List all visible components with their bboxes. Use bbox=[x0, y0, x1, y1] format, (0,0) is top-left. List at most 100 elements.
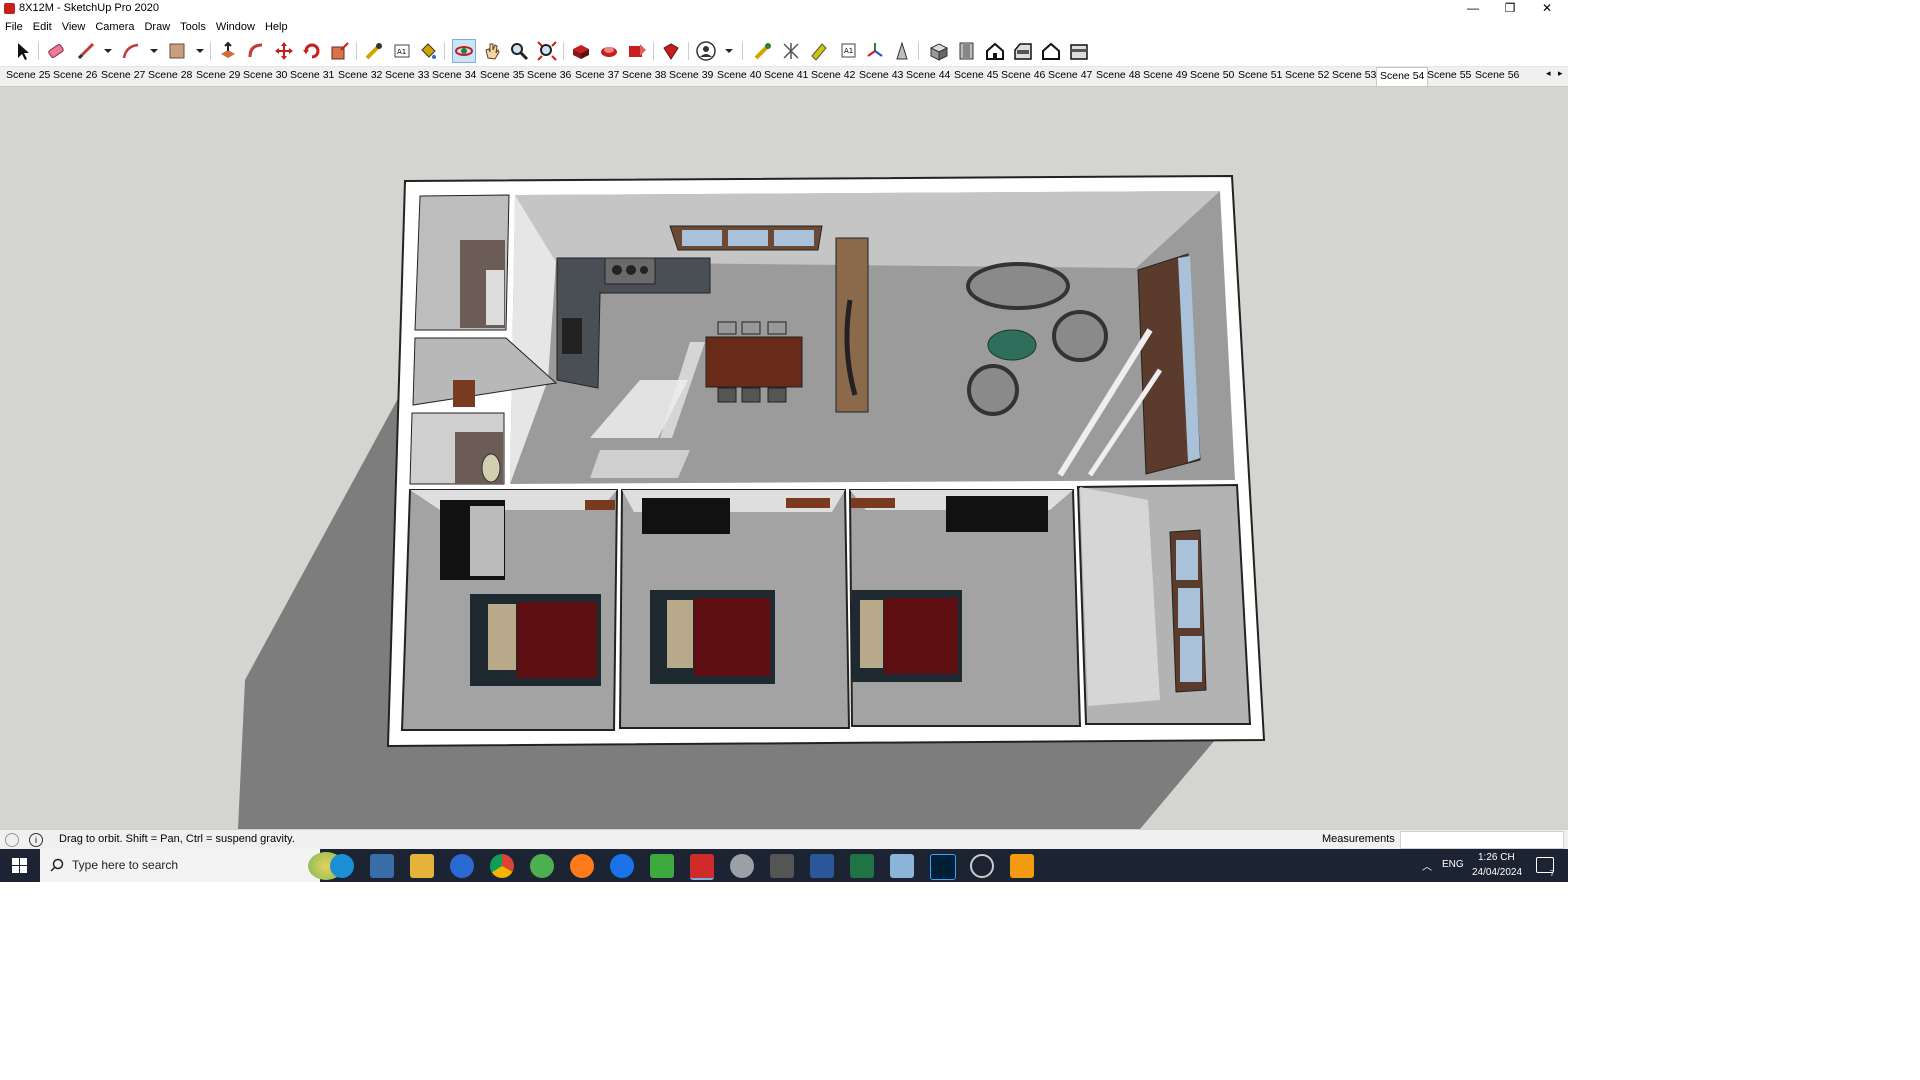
menu-window[interactable]: Window bbox=[211, 18, 260, 36]
zoom-tool-icon[interactable] bbox=[508, 40, 530, 62]
tab-scene-38[interactable]: Scene 38 bbox=[622, 69, 666, 81]
tab-scene-28[interactable]: Scene 28 bbox=[148, 69, 192, 81]
arc-tool-icon[interactable] bbox=[120, 40, 142, 62]
top-view-icon[interactable] bbox=[956, 40, 978, 62]
tab-scene-44[interactable]: Scene 44 bbox=[906, 69, 950, 81]
tab-scene-45[interactable]: Scene 45 bbox=[954, 69, 998, 81]
chevron-down-icon[interactable] bbox=[718, 40, 733, 62]
chrome-icon[interactable] bbox=[490, 854, 514, 878]
menu-camera[interactable]: Camera bbox=[90, 18, 139, 36]
photoshop-icon[interactable] bbox=[930, 854, 956, 880]
share-model-icon[interactable] bbox=[626, 40, 648, 62]
close-button[interactable]: ✕ bbox=[1529, 0, 1565, 18]
tab-scene-52[interactable]: Scene 52 bbox=[1285, 69, 1329, 81]
front-view-icon[interactable] bbox=[984, 40, 1006, 62]
rotate-tool-icon[interactable] bbox=[301, 40, 323, 62]
pan-tool-icon[interactable] bbox=[481, 40, 503, 62]
tab-scene-27[interactable]: Scene 27 bbox=[101, 69, 145, 81]
tab-scene-25[interactable]: Scene 25 bbox=[6, 69, 50, 81]
app-icon-green[interactable] bbox=[530, 854, 554, 878]
camtasia-icon[interactable] bbox=[650, 854, 674, 878]
word-icon[interactable] bbox=[810, 854, 834, 878]
tab-scene-37[interactable]: Scene 37 bbox=[575, 69, 619, 81]
language-indicator[interactable]: ENG bbox=[1442, 859, 1464, 870]
model-viewport[interactable] bbox=[0, 87, 1568, 829]
account-icon[interactable] bbox=[695, 40, 717, 62]
left-view-icon[interactable] bbox=[1068, 40, 1090, 62]
tab-scene-34[interactable]: Scene 34 bbox=[432, 69, 476, 81]
tab-scene-33[interactable]: Scene 33 bbox=[385, 69, 429, 81]
excel-icon[interactable] bbox=[850, 854, 874, 878]
tab-scene-55[interactable]: Scene 55 bbox=[1427, 69, 1471, 81]
tab-scene-54[interactable]: Scene 54 bbox=[1376, 67, 1429, 86]
axes-tool-icon[interactable] bbox=[864, 40, 886, 62]
line-tool-icon[interactable] bbox=[75, 40, 97, 62]
sketchup-taskbar-icon[interactable] bbox=[690, 854, 714, 880]
file-explorer-icon[interactable] bbox=[410, 854, 434, 878]
scroll-right-icon[interactable]: ▸ bbox=[1558, 68, 1568, 82]
right-view-icon[interactable] bbox=[1012, 40, 1034, 62]
protractor-icon[interactable] bbox=[891, 40, 913, 62]
dimension-tool-icon[interactable]: A1 bbox=[391, 40, 413, 62]
tape-measure-tool-icon[interactable] bbox=[363, 40, 385, 62]
section-plane-icon[interactable] bbox=[808, 40, 830, 62]
tab-scene-53[interactable]: Scene 53 bbox=[1332, 69, 1376, 81]
tab-scene-32[interactable]: Scene 32 bbox=[338, 69, 382, 81]
tab-scene-50[interactable]: Scene 50 bbox=[1190, 69, 1234, 81]
chevron-up-icon[interactable]: ︿ bbox=[1422, 858, 1432, 873]
tab-scene-43[interactable]: Scene 43 bbox=[859, 69, 903, 81]
app-icon-orange[interactable] bbox=[1010, 854, 1034, 878]
app-icon-gray[interactable] bbox=[730, 854, 754, 878]
info-icon[interactable]: i bbox=[29, 833, 43, 847]
zoom-extents-tool-icon[interactable] bbox=[536, 40, 558, 62]
tab-scene-36[interactable]: Scene 36 bbox=[527, 69, 571, 81]
iso-view-icon[interactable] bbox=[928, 40, 950, 62]
chevron-down-icon[interactable] bbox=[143, 40, 158, 62]
paint-bucket-tool-icon[interactable] bbox=[417, 40, 439, 62]
tab-scene-40[interactable]: Scene 40 bbox=[717, 69, 761, 81]
chevron-down-icon[interactable] bbox=[97, 40, 112, 62]
rectangle-tool-icon[interactable] bbox=[166, 40, 188, 62]
tab-scene-30[interactable]: Scene 30 bbox=[243, 69, 287, 81]
menu-draw[interactable]: Draw bbox=[139, 18, 175, 36]
tab-scene-39[interactable]: Scene 39 bbox=[669, 69, 713, 81]
windows-start-icon[interactable] bbox=[0, 849, 40, 882]
menu-help[interactable]: Help bbox=[260, 18, 293, 36]
tab-scene-41[interactable]: Scene 41 bbox=[764, 69, 808, 81]
scroll-left-icon[interactable]: ◂ bbox=[1546, 68, 1556, 82]
tab-scene-46[interactable]: Scene 46 bbox=[1001, 69, 1045, 81]
store-icon[interactable] bbox=[370, 854, 394, 878]
tab-scene-29[interactable]: Scene 29 bbox=[196, 69, 240, 81]
text-tool-icon[interactable]: A1 bbox=[837, 40, 859, 62]
sandbox-tool-icon[interactable] bbox=[780, 40, 802, 62]
app-icon-blue[interactable] bbox=[450, 854, 474, 878]
tab-scene-31[interactable]: Scene 31 bbox=[290, 69, 334, 81]
scale-tool-icon[interactable] bbox=[329, 40, 351, 62]
tab-scene-26[interactable]: Scene 26 bbox=[53, 69, 97, 81]
tab-scene-51[interactable]: Scene 51 bbox=[1238, 69, 1282, 81]
clock-time[interactable]: 1:26 CH bbox=[1478, 852, 1515, 863]
maximize-button[interactable]: ❐ bbox=[1492, 0, 1528, 18]
tab-scene-42[interactable]: Scene 42 bbox=[811, 69, 855, 81]
share-component-icon[interactable] bbox=[598, 40, 620, 62]
3d-warehouse-icon[interactable] bbox=[570, 40, 592, 62]
menu-tools[interactable]: Tools bbox=[175, 18, 211, 36]
tab-scene-35[interactable]: Scene 35 bbox=[480, 69, 524, 81]
follow-me-tool-icon[interactable] bbox=[245, 40, 267, 62]
app-icon-light-blue[interactable] bbox=[890, 854, 914, 878]
back-view-icon[interactable] bbox=[1040, 40, 1062, 62]
tab-scene-56[interactable]: Scene 56 bbox=[1475, 69, 1519, 81]
menu-file[interactable]: File bbox=[0, 18, 28, 36]
chevron-down-icon[interactable] bbox=[189, 40, 204, 62]
firefox-icon[interactable] bbox=[570, 854, 594, 878]
tab-scene-49[interactable]: Scene 49 bbox=[1143, 69, 1187, 81]
minimize-button[interactable]: — bbox=[1455, 0, 1491, 18]
zalo-icon[interactable] bbox=[610, 854, 634, 878]
measurements-input[interactable] bbox=[1400, 831, 1564, 849]
select-tool-icon[interactable] bbox=[11, 40, 33, 62]
taskbar-search-box[interactable]: Type here to search bbox=[40, 849, 344, 882]
app-icon-sparkle[interactable] bbox=[770, 854, 794, 878]
edge-icon[interactable] bbox=[330, 854, 354, 878]
push-pull-tool-icon[interactable] bbox=[217, 40, 239, 62]
geo-location-icon[interactable] bbox=[5, 833, 19, 847]
